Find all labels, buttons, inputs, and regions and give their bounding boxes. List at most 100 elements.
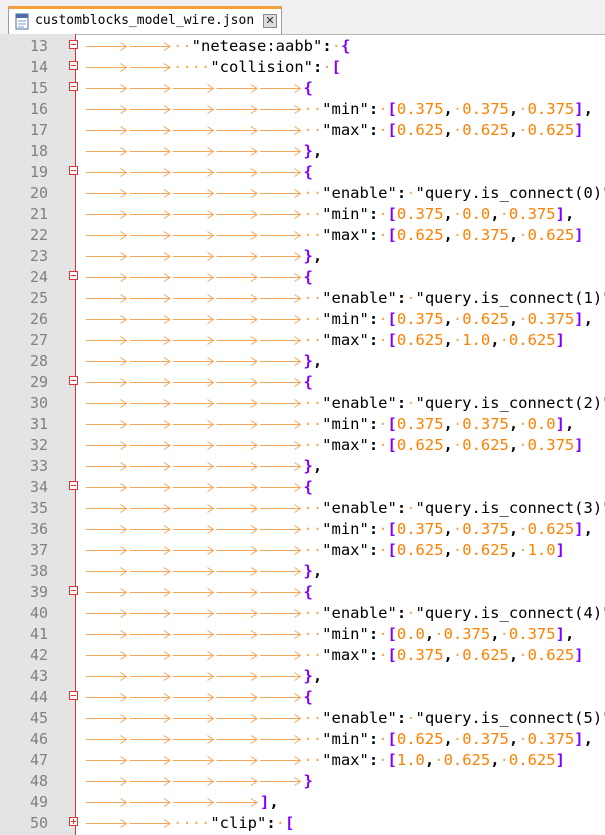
code-line[interactable]: 16 ··"min":·[0.375,·0.375,·0.375], (0, 99, 605, 120)
code-line[interactable]: 48} (0, 771, 605, 792)
code-editor[interactable]: 13 ··"netease:aabb":·{14 ····"collision":·… (0, 34, 605, 835)
code-line[interactable]: 28}, (0, 351, 605, 372)
code-line[interactable]: 42 ··"max":·[0.375,·0.625,·0.625] (0, 645, 605, 666)
tab-arrow-icon (260, 126, 302, 135)
tab-arrow-icon (260, 378, 302, 387)
tab-arrow-icon (86, 336, 128, 345)
code-line[interactable]: 31 ··"min":·[0.375,·0.375,·0.0], (0, 414, 605, 435)
code-line[interactable]: 32 ··"max":·[0.625,·0.625,·0.375] (0, 435, 605, 456)
code-line[interactable]: 43}, (0, 666, 605, 687)
whitespace-markers (86, 609, 302, 618)
tab-arrow-icon (129, 84, 171, 93)
code-text: ··"max":·[0.625,·1.0,·0.625] (303, 331, 565, 349)
code-line[interactable]: 26 ··"min":·[0.375,·0.625,·0.375], (0, 309, 605, 330)
code-line[interactable]: 47 ··"max":·[1.0,·0.625,·0.625] (0, 750, 605, 771)
tab-arrow-icon (86, 126, 128, 135)
tab-arrow-icon (173, 609, 215, 618)
code-line[interactable]: 22 ··"max":·[0.625,·0.375,·0.625] (0, 225, 605, 246)
code-line[interactable]: 45··"enable":·"query.is_connect(5)", (0, 708, 605, 729)
code-line[interactable]: 50 ····"clip":·[ (0, 813, 605, 834)
tab-arrow-icon (216, 252, 258, 261)
tab-arrow-icon (129, 672, 171, 681)
tab-arrow-icon (216, 798, 258, 807)
tab-arrow-icon (216, 651, 258, 660)
code-line[interactable]: 46 ··"min":·[0.625,·0.375,·0.375], (0, 729, 605, 750)
code-text: ··"min":·[0.375,·0.375,·0.625], (303, 520, 593, 538)
code-line[interactable]: 20··"enable":·"query.is_connect(0)", (0, 183, 605, 204)
code-text: { (303, 163, 313, 181)
close-icon[interactable]: ✕ (263, 14, 277, 28)
tab-arrow-icon (260, 630, 302, 639)
file-tab[interactable]: customblocks_model_wire.json ✕ (8, 6, 282, 34)
tab-arrow-icon (260, 273, 302, 282)
tab-arrow-icon (86, 588, 128, 597)
code-line[interactable]: 36 ··"min":·[0.375,·0.375,·0.625], (0, 519, 605, 540)
code-text: ··"min":·[0.375,·0.625,·0.375], (303, 310, 593, 328)
tab-arrow-icon (216, 504, 258, 513)
tab-arrow-icon (129, 147, 171, 156)
tab-arrow-icon (173, 420, 215, 429)
tab-arrow-icon (86, 252, 128, 261)
code-line[interactable]: 15{ (0, 78, 605, 99)
tab-arrow-icon (86, 546, 128, 555)
tab-arrow-icon (173, 189, 215, 198)
tab-arrow-icon (173, 273, 215, 282)
whitespace-markers (86, 651, 302, 660)
code-line[interactable]: 25··"enable":·"query.is_connect(1)", (0, 288, 605, 309)
tab-arrow-icon (86, 609, 128, 618)
code-line[interactable]: 33}, (0, 456, 605, 477)
tab-arrow-icon (173, 105, 215, 114)
tab-arrow-icon (86, 693, 128, 702)
tab-arrow-icon (173, 777, 215, 786)
code-line[interactable]: 38}, (0, 561, 605, 582)
code-line[interactable]: 27 ··"max":·[0.625,·1.0,·0.625] (0, 330, 605, 351)
tab-arrow-icon (86, 294, 128, 303)
whitespace-markers (86, 420, 302, 429)
tab-arrow-icon (173, 378, 215, 387)
code-line[interactable]: 49], (0, 792, 605, 813)
tab-arrow-icon (86, 483, 128, 492)
tab-arrow-icon (216, 441, 258, 450)
code-line[interactable]: 17 ··"max":·[0.625,·0.625,·0.625] (0, 120, 605, 141)
code-line[interactable]: 30··"enable":·"query.is_connect(2)", (0, 393, 605, 414)
code-line[interactable]: 21 ··"min":·[0.375,·0.0,·0.375], (0, 204, 605, 225)
code-text: ··"min":·[0.375,·0.375,·0.375], (303, 100, 593, 118)
tab-arrow-icon (260, 84, 302, 93)
code-line[interactable]: 41 ··"min":·[0.0,·0.375,·0.375], (0, 624, 605, 645)
tab-arrow-icon (173, 735, 215, 744)
code-line[interactable]: 13 ··"netease:aabb":·{ (0, 36, 605, 57)
tab-arrow-icon (173, 525, 215, 534)
tab-arrow-icon (216, 357, 258, 366)
tab-arrow-icon (216, 210, 258, 219)
tab-arrow-icon (260, 168, 302, 177)
code-line[interactable]: 44{ (0, 687, 605, 708)
whitespace-markers (86, 126, 302, 135)
code-text: { (303, 478, 313, 496)
tab-arrow-icon (129, 210, 171, 219)
tab-arrow-icon (173, 651, 215, 660)
code-text: }, (303, 142, 323, 160)
code-line[interactable]: 39{ (0, 582, 605, 603)
code-line[interactable]: 35··"enable":·"query.is_connect(3)", (0, 498, 605, 519)
code-text: }, (303, 667, 323, 685)
code-line[interactable]: 23}, (0, 246, 605, 267)
tab-arrow-icon (216, 588, 258, 597)
tab-arrow-icon (129, 273, 171, 282)
tab-arrow-icon (129, 714, 171, 723)
tab-arrow-icon (260, 105, 302, 114)
code-line[interactable]: 18}, (0, 141, 605, 162)
code-line[interactable]: 19{ (0, 162, 605, 183)
whitespace-markers (86, 147, 302, 156)
tab-arrow-icon (129, 399, 171, 408)
whitespace-markers (86, 168, 302, 177)
code-text: }, (303, 562, 323, 580)
code-line[interactable]: 40··"enable":·"query.is_connect(4)", (0, 603, 605, 624)
code-line[interactable]: 37 ··"max":·[0.625,·0.625,·1.0] (0, 540, 605, 561)
tab-arrow-icon (216, 567, 258, 576)
whitespace-markers (86, 483, 302, 492)
code-line[interactable]: 34{ (0, 477, 605, 498)
code-line[interactable]: 29{ (0, 372, 605, 393)
code-line[interactable]: 14 ····"collision":·[ (0, 57, 605, 78)
tab-arrow-icon (86, 525, 128, 534)
code-line[interactable]: 24{ (0, 267, 605, 288)
